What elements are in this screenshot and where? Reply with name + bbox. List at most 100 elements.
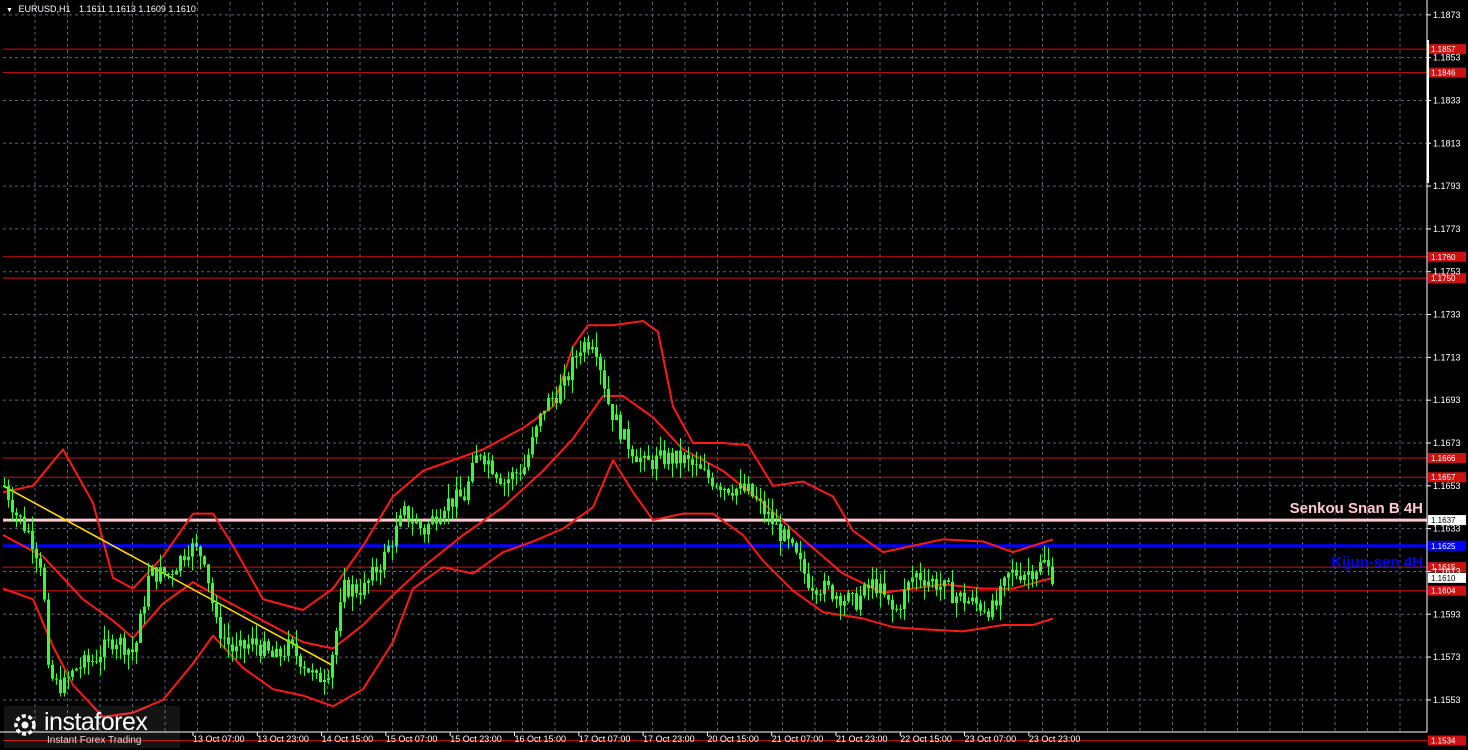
candle-body xyxy=(207,564,210,584)
candle-body xyxy=(987,611,990,618)
candle-body xyxy=(503,483,506,485)
candle-body xyxy=(699,464,702,469)
candle-body xyxy=(71,670,74,678)
candle-body xyxy=(363,582,366,596)
candle-body xyxy=(51,664,54,679)
candle-body xyxy=(191,543,194,557)
candle-body xyxy=(115,644,118,650)
candle-body xyxy=(275,648,278,657)
candle-body xyxy=(711,477,714,487)
annotations: Senkou Snan B 4H Kijun-sen 4H xyxy=(1290,500,1423,571)
candle-body xyxy=(799,552,802,560)
candle-body xyxy=(471,462,474,482)
candle-body xyxy=(563,376,566,386)
candle-body xyxy=(611,404,614,421)
candle-body xyxy=(411,522,414,524)
candle-body xyxy=(403,506,406,516)
candle-body xyxy=(395,525,398,547)
candle-body xyxy=(659,450,662,456)
candle-body xyxy=(1043,560,1046,563)
x-tick-label: 13 Oct 07:00 xyxy=(193,734,245,744)
candle-body xyxy=(67,677,70,679)
candle-body xyxy=(731,493,734,496)
candle-body xyxy=(139,613,142,643)
candle-body xyxy=(43,567,46,600)
candle-body xyxy=(87,655,90,663)
x-tick-label: 23 Oct 07:00 xyxy=(965,734,1017,744)
candle-body xyxy=(443,510,446,519)
y-tick-label: 1.1873 xyxy=(1433,10,1461,20)
candle-body xyxy=(555,398,558,404)
candle-body xyxy=(91,661,94,663)
candle-body xyxy=(131,649,134,653)
candle-body xyxy=(339,602,342,631)
candle-body xyxy=(175,570,178,575)
candle-body xyxy=(507,479,510,484)
candle-body xyxy=(435,516,438,524)
y-tick-label: 1.1693 xyxy=(1433,395,1461,405)
candle-body xyxy=(671,452,674,464)
candle-body xyxy=(483,455,486,465)
candle-body xyxy=(459,489,462,497)
candle-body xyxy=(47,599,50,665)
x-tick-label: 15 Oct 07:00 xyxy=(386,734,438,744)
candle-body xyxy=(423,528,426,535)
candle-body xyxy=(463,496,466,501)
level-price-label: 1.1666 xyxy=(1431,454,1456,463)
candle-body xyxy=(27,530,30,532)
candle-body xyxy=(1023,574,1026,581)
candle-body xyxy=(123,637,126,655)
candle-body xyxy=(787,529,790,539)
candle-body xyxy=(1035,572,1038,580)
y-tick-label: 1.1573 xyxy=(1433,652,1461,662)
candle-body xyxy=(215,603,218,618)
candle-body xyxy=(599,356,602,371)
candle-body xyxy=(603,370,606,389)
y-tick-label: 1.1753 xyxy=(1433,267,1461,277)
candle-body xyxy=(495,474,498,479)
candle-body xyxy=(415,521,418,524)
candle-body xyxy=(547,397,550,411)
candle-body xyxy=(639,458,642,462)
candle-body xyxy=(315,670,318,673)
candle-body xyxy=(759,498,762,501)
dropdown-arrow-icon[interactable]: ▼ xyxy=(6,7,13,14)
bollinger-lower xyxy=(2,459,1054,719)
candle-body xyxy=(59,679,62,694)
candle-body xyxy=(519,473,522,475)
y-tick-label: 1.1733 xyxy=(1433,310,1461,320)
candle-body xyxy=(163,567,166,574)
candle-body xyxy=(995,600,998,606)
candle-body xyxy=(159,567,162,582)
candle-body xyxy=(955,596,958,604)
candle-body xyxy=(979,603,982,611)
candle-body xyxy=(643,455,646,459)
candle-body xyxy=(723,488,726,491)
candle-body xyxy=(695,464,698,466)
candle-body xyxy=(227,637,230,645)
candle-body xyxy=(231,644,234,652)
level-annotation: Senkou Snan B 4H xyxy=(1290,500,1423,517)
candle-body xyxy=(255,638,258,645)
candle-body xyxy=(931,578,934,582)
candle-body xyxy=(851,593,854,595)
candle-body xyxy=(923,580,926,586)
candle-body xyxy=(199,546,202,557)
candle-body xyxy=(155,567,158,582)
candle-body xyxy=(359,592,362,596)
candle-body xyxy=(823,580,826,595)
level-annotation: Kijun-sen 4H xyxy=(1331,554,1423,571)
candle-body xyxy=(467,481,470,501)
y-tick-label: 1.1773 xyxy=(1433,224,1461,234)
candle-body xyxy=(379,570,382,573)
candle-body xyxy=(1051,566,1054,584)
watermark-subtitle: Instant Forex Trading xyxy=(47,735,142,746)
candle-body xyxy=(35,549,38,559)
x-tick-label: 22 Oct 15:00 xyxy=(900,734,952,744)
candle-body xyxy=(927,581,930,586)
y-tick-label: 1.1713 xyxy=(1433,352,1461,362)
price-chart[interactable]: 1.18571.18461.17601.17501.16661.16571.16… xyxy=(0,0,1468,750)
candle-body xyxy=(323,679,326,683)
chart-header: ▼ EURUSD,H1 1.1611 1.1613 1.1609 1.1610 xyxy=(6,4,196,14)
chart-root: 1.1857 1.1846 1.1760 1.1750 1.1666 1.1657 1.16… xyxy=(0,0,1468,750)
